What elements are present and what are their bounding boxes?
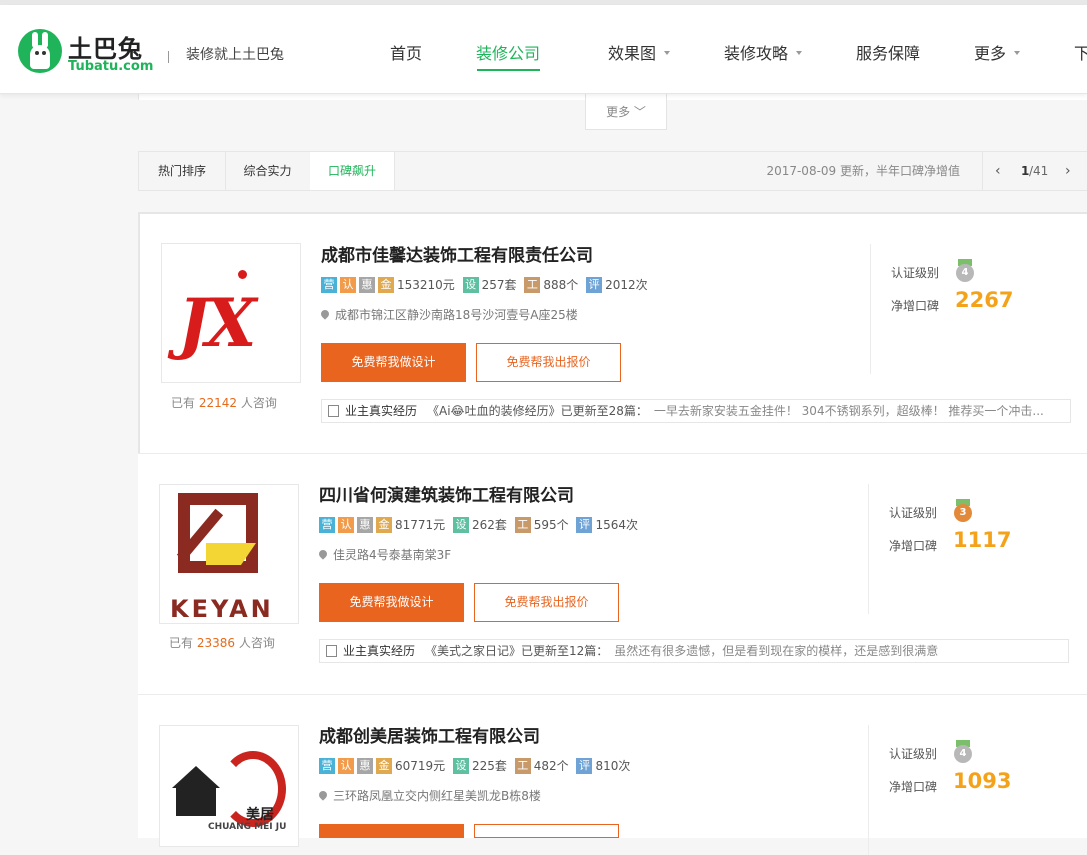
logo-lettering: KEYAN <box>170 595 274 623</box>
diary-icon <box>328 404 339 417</box>
badge-site: 工 <box>524 276 541 293</box>
cert-label: 认证级别 <box>889 747 938 761</box>
badge-design: 设 <box>453 757 470 774</box>
logo-domain: Tubatu.com <box>68 59 154 74</box>
update-info: 2017-08-09 更新，半年口碑净增值 <box>766 164 960 178</box>
nav-download[interactable]: 下 <box>1074 40 1087 64</box>
chevron-down-icon <box>1014 50 1021 55</box>
cert-label: 认证级别 <box>889 506 938 520</box>
company-logo[interactable]: KEYAN <box>159 484 299 624</box>
chevron-down-icon: ﹀ <box>633 105 646 119</box>
badge-review: 评 <box>576 757 593 774</box>
badge-design: 设 <box>462 276 479 293</box>
nav-decoration-company[interactable]: 装修公司 <box>476 40 540 64</box>
location-pin-icon <box>317 789 329 801</box>
badge-discount: 惠 <box>359 276 375 293</box>
filter-more-button[interactable]: 更多 ﹀ <box>585 94 667 130</box>
score-label: 净增口碑 <box>889 780 938 794</box>
reputation-score: 1093 <box>953 769 1012 793</box>
company-logo[interactable]: JX <box>161 243 301 383</box>
site-logo[interactable]: 土巴兔 Tubatu.com <box>18 27 153 77</box>
company-badges: 营认惠金 81771元 设 262套 工 595个 评 1564次 <box>319 516 642 533</box>
nav-renderings[interactable]: 效果图 <box>608 40 671 64</box>
medal-icon: 4 <box>953 740 973 763</box>
badge-certified: 认 <box>338 757 354 774</box>
page-total: /41 <box>1029 164 1049 178</box>
cert-label: 认证级别 <box>891 266 940 280</box>
company-address: 佳灵路4号泰基南棠3F <box>317 546 451 563</box>
diary-icon <box>326 644 337 657</box>
rating-panel: 认证级别 3 净增口碑 1117 <box>868 484 1087 614</box>
company-address: 成都市锦江区静沙南路18号沙河壹号A座25楼 <box>319 306 578 323</box>
site-header: 土巴兔 Tubatu.com 装修就上土巴兔 首页 装修公司 效果图 装修攻略 … <box>0 5 1087 94</box>
free-quote-button[interactable] <box>474 824 619 838</box>
badge-deposit: 金 <box>376 757 392 774</box>
nav-guides[interactable]: 装修攻略 <box>724 40 803 64</box>
sort-tab-strength[interactable]: 综合实力 <box>225 152 311 190</box>
slogan: 装修就上土巴兔 <box>186 47 284 63</box>
company-card: JX 已有 22142 人咨询 成都市佳馨达装饰工程有限责任公司 营认惠金 153… <box>138 212 1087 456</box>
rating-panel: 认证级别 4 净增口碑 2267 <box>870 244 1087 374</box>
company-badges: 营认惠金 153210元 设 257套 工 888个 评 2012次 <box>321 276 652 293</box>
chevron-left-icon[interactable]: ‹ <box>995 152 1001 190</box>
badge-discount: 惠 <box>357 757 373 774</box>
company-name[interactable]: 成都创美居装饰工程有限公司 <box>319 722 540 747</box>
consult-count: 已有 23386 人咨询 <box>169 636 275 650</box>
location-pin-icon <box>317 548 329 560</box>
logo-lettering: 美居 <box>246 807 274 823</box>
company-address: 三环路凤凰立交内侧红星美凯龙B栋8楼 <box>317 787 541 804</box>
company-name[interactable]: 成都市佳馨达装饰工程有限责任公司 <box>321 241 593 266</box>
sort-tab-hot[interactable]: 热门排序 <box>139 152 226 190</box>
logo-lettering: JX <box>178 284 256 362</box>
free-quote-button[interactable]: 免费帮我出报价 <box>476 343 621 382</box>
free-design-button[interactable]: 免费帮我做设计 <box>321 343 466 382</box>
chevron-right-icon[interactable]: › <box>1065 152 1071 190</box>
chevron-down-icon <box>664 50 671 55</box>
company-name[interactable]: 四川省何演建筑装饰工程有限公司 <box>319 481 574 506</box>
badge-review: 评 <box>576 516 593 533</box>
company-logo[interactable]: 美居 CHUANG MEI JU <box>159 725 299 847</box>
chevron-down-icon <box>796 50 803 55</box>
reputation-score: 2267 <box>955 288 1014 312</box>
header-divider <box>168 51 169 63</box>
location-pin-icon <box>319 308 331 320</box>
owner-diary[interactable]: 业主真实经历 《美式之家日记》已更新至12篇： 虽然还有很多遗憾，但是看到现在家的模… <box>319 639 1069 663</box>
badge-business: 营 <box>319 757 335 774</box>
nav-service[interactable]: 服务保障 <box>856 40 920 64</box>
badge-business: 营 <box>321 276 337 293</box>
pager: ‹ 1 /41 › <box>982 152 1087 190</box>
company-card: KEYAN 已有 23386 人咨询 四川省何演建筑装饰工程有限公司 营认惠金8… <box>138 453 1087 694</box>
free-design-button[interactable] <box>319 824 464 838</box>
company-card: 美居 CHUANG MEI JU 成都创美居装饰工程有限公司 营认惠金 60719… <box>138 694 1087 855</box>
badge-business: 营 <box>319 516 335 533</box>
free-quote-button[interactable]: 免费帮我出报价 <box>474 583 619 622</box>
rabbit-logo-icon <box>18 29 62 73</box>
badge-deposit: 金 <box>376 516 392 533</box>
badge-review: 评 <box>586 276 603 293</box>
badge-site: 工 <box>514 757 531 774</box>
free-design-button[interactable]: 免费帮我做设计 <box>319 583 464 622</box>
nav-active-underline <box>477 69 540 71</box>
badge-design: 设 <box>453 516 470 533</box>
badge-site: 工 <box>514 516 531 533</box>
consult-count: 已有 22142 人咨询 <box>171 396 277 410</box>
logo-lettering-en: CHUANG MEI JU <box>208 822 287 832</box>
badge-deposit: 金 <box>378 276 394 293</box>
score-label: 净增口碑 <box>891 299 940 313</box>
owner-diary[interactable]: 业主真实经历 《Ai😂吐血的装修经历》已更新至28篇： 一早去新家安装五金挂件！ 3… <box>321 399 1071 423</box>
nav-more[interactable]: 更多 <box>974 40 1021 64</box>
reputation-score: 1117 <box>953 528 1012 552</box>
medal-icon: 4 <box>955 259 975 282</box>
badge-discount: 惠 <box>357 516 373 533</box>
rating-panel: 认证级别 4 净增口碑 1093 <box>868 725 1087 855</box>
nav-home[interactable]: 首页 <box>390 40 422 64</box>
badge-certified: 认 <box>338 516 354 533</box>
medal-icon: 3 <box>953 499 973 522</box>
sort-tab-reputation[interactable]: 口碑飙升 <box>310 152 395 190</box>
score-label: 净增口碑 <box>889 539 938 553</box>
company-badges: 营认惠金 60719元 设 225套 工 482个 评 810次 <box>319 757 634 774</box>
badge-certified: 认 <box>340 276 356 293</box>
sort-bar: 热门排序 综合实力 口碑飙升 2017-08-09 更新，半年口碑净增值 ‹ 1… <box>138 151 1087 191</box>
